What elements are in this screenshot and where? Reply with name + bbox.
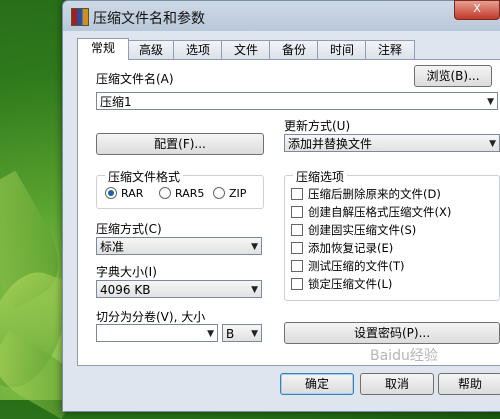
option-lock[interactable]: 锁定压缩文件(L) (291, 276, 392, 292)
tab-general[interactable]: 常规 (77, 38, 129, 60)
format-group: 压缩文件格式 RAR RAR5 ZIP (96, 168, 264, 209)
tab-time[interactable]: 时间 (317, 40, 367, 59)
dropdown-arrow-icon: ▼ (251, 242, 258, 252)
radio-icon (213, 187, 225, 199)
profiles-button[interactable]: 配置(F)... (96, 133, 264, 155)
general-panel: 压缩文件名(A) 浏览(B)... 压缩1 ▼ 更新方式(U) 配置(F)...… (77, 59, 500, 366)
options-group-title: 压缩选项 (293, 168, 348, 185)
options-group: 压缩选项 压缩后删除原来的文件(D) 创建自解压格式压缩文件(X) 创建固实压缩… (284, 168, 500, 301)
ok-button[interactable]: 确定 (280, 373, 354, 395)
set-password-button[interactable]: 设置密码(P)... (284, 322, 500, 344)
dropdown-arrow-icon: ▼ (487, 97, 494, 107)
dropdown-arrow-icon: ▼ (251, 285, 258, 295)
dict-select[interactable]: 4096 KB ▼ (96, 280, 262, 298)
update-mode-value: 添加并替换文件 (288, 137, 373, 151)
tab-advanced[interactable]: 高级 (127, 40, 175, 59)
dict-label: 字典大小(I) (96, 265, 157, 279)
help-button[interactable]: 帮助 (438, 373, 500, 395)
option-delete-after[interactable]: 压缩后删除原来的文件(D) (291, 186, 441, 202)
watermark: Baidu经验 (370, 348, 438, 364)
browse-button[interactable]: 浏览(B)... (414, 65, 492, 87)
update-mode-select[interactable]: 添加并替换文件 ▼ (284, 134, 500, 152)
option-solid[interactable]: 创建固实压缩文件(S) (291, 222, 416, 238)
dropdown-arrow-icon: ▼ (489, 139, 496, 149)
method-label: 压缩方式(C) (96, 222, 162, 236)
tab-options[interactable]: 选项 (173, 40, 223, 59)
radio-selected-icon (105, 187, 117, 199)
dict-value: 4096 KB (100, 283, 151, 297)
method-select[interactable]: 标准 ▼ (96, 237, 262, 255)
tab-backup[interactable]: 备份 (269, 40, 319, 59)
checkbox-icon (291, 278, 303, 290)
checkbox-icon (291, 242, 303, 254)
split-unit-value: B (226, 327, 235, 341)
method-value: 标准 (100, 240, 125, 254)
format-zip-radio[interactable]: ZIP (213, 187, 246, 200)
window-title: 压缩文件名和参数 (93, 11, 205, 27)
tab-files[interactable]: 文件 (221, 40, 271, 59)
split-label: 切分为分卷(V), 大小 (96, 310, 206, 324)
checkbox-icon (291, 206, 303, 218)
checkbox-icon (291, 260, 303, 272)
archive-name-label: 压缩文件名(A) (96, 72, 174, 86)
archive-name-value: 压缩1 (100, 95, 132, 109)
dropdown-arrow-icon: ▼ (251, 329, 258, 339)
checkbox-icon (291, 224, 303, 236)
tab-comment[interactable]: 注释 (365, 40, 415, 59)
format-rar5-radio[interactable]: RAR5 (159, 187, 204, 200)
option-recovery-record[interactable]: 添加恢复记录(E) (291, 240, 393, 256)
update-mode-label: 更新方式(U) (284, 119, 351, 133)
cancel-button[interactable]: 取消 (360, 373, 434, 395)
split-size-input[interactable]: ▼ (96, 324, 218, 342)
archive-name-input[interactable]: 压缩1 ▼ (96, 92, 498, 110)
option-sfx[interactable]: 创建自解压格式压缩文件(X) (291, 204, 451, 220)
option-test-files[interactable]: 测试压缩的文件(T) (291, 258, 405, 274)
split-unit-select[interactable]: B ▼ (222, 324, 262, 342)
close-button[interactable]: X (454, 0, 500, 20)
radio-icon (159, 187, 171, 199)
format-rar-radio[interactable]: RAR (105, 187, 143, 200)
checkbox-icon (291, 188, 303, 200)
winrar-icon (71, 8, 89, 26)
format-group-title: 压缩文件格式 (105, 168, 184, 185)
dropdown-arrow-icon: ▼ (207, 329, 214, 339)
title-bar[interactable]: 压缩文件名和参数 X (63, 0, 500, 31)
